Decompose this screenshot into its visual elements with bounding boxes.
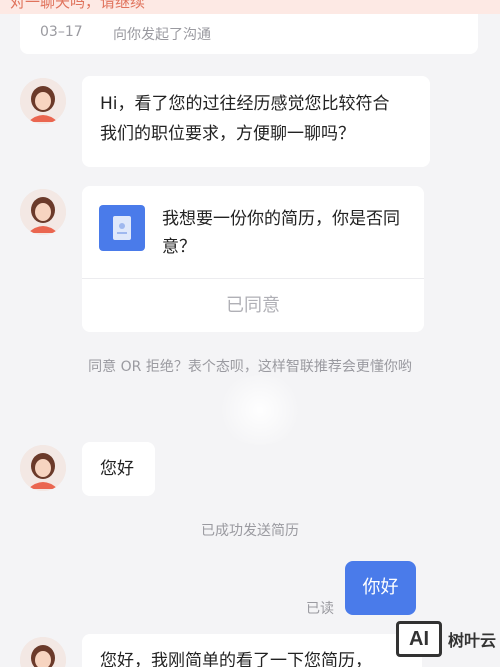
watermark-text: 树叶云 xyxy=(448,631,497,650)
resume-request-card: 我想要一份你的简历，你是否同 意？ 已同意 xyxy=(82,186,424,332)
recruiter-avatar[interactable] xyxy=(20,637,66,667)
top-banner: 对一聊天吗，请继续 xyxy=(0,0,500,14)
top-banner-text: 对一聊天吗，请继续 xyxy=(10,0,146,11)
resume-sent-note: 已成功发送简历 xyxy=(201,523,299,539)
watermark: AI 树叶云 xyxy=(396,620,496,658)
conversation-date: 03–17 xyxy=(40,24,83,40)
recruiter-avatar[interactable] xyxy=(20,445,66,491)
avatar-icon xyxy=(20,445,66,491)
request-line: 意？ xyxy=(162,237,196,257)
recruiter-avatar[interactable] xyxy=(20,78,66,124)
message-text: 您好 xyxy=(100,459,134,479)
request-line: 我想要一份你的简历，你是否同 xyxy=(162,209,400,229)
avatar-icon xyxy=(20,637,66,667)
conversation-start-card: 03–17 向你发起了沟通 xyxy=(20,14,478,54)
resume-doc-icon xyxy=(99,205,145,251)
message-line: 我们的职位要求，方便聊一聊吗？ xyxy=(100,124,355,144)
read-status: 已读 xyxy=(306,601,334,617)
message-bubble: 您好 xyxy=(82,442,155,496)
recruiter-avatar[interactable] xyxy=(20,189,66,235)
agreed-button[interactable]: 已同意 xyxy=(82,278,424,332)
my-message-bubble: 你好 xyxy=(345,561,416,615)
message-line: Hi，看了您的过往经历感觉您比较符合 xyxy=(100,94,390,114)
avatar-icon xyxy=(20,189,66,235)
watermark-logo: AI xyxy=(396,621,442,657)
message-bubble: Hi，看了您的过往经历感觉您比较符合 我们的职位要求，方便聊一聊吗？ xyxy=(82,76,430,167)
agree-hint-note: 同意 OR 拒绝？表个态呗，这样智联推荐会更懂你哟 xyxy=(88,359,412,375)
message-text: 您好，我刚简单的看了一下您简历， xyxy=(100,651,372,667)
conversation-desc: 向你发起了沟通 xyxy=(113,27,211,43)
avatar-icon xyxy=(20,78,66,124)
message-bubble: 您好，我刚简单的看了一下您简历， xyxy=(82,634,422,667)
glow-overlay xyxy=(215,375,305,445)
